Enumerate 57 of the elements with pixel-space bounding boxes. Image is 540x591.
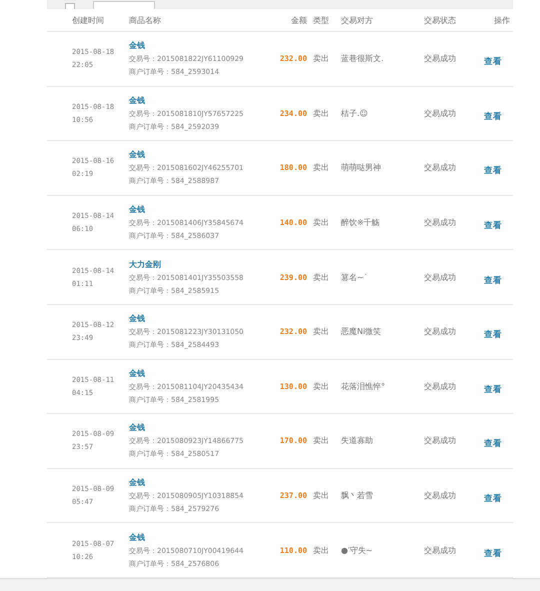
counterparty-text: 篡名~˙	[341, 272, 369, 283]
view-link[interactable]: 查看	[484, 110, 502, 123]
column-header: 金额	[290, 14, 307, 26]
product-name: 金钱	[129, 532, 146, 543]
type-text: 卖出	[312, 217, 330, 228]
type-text: 卖出	[312, 272, 330, 283]
product-name: 金钱	[129, 368, 146, 379]
column-header: 类型	[312, 14, 330, 26]
column-header: 操作	[493, 14, 511, 26]
counterparty-text: 飘丶若雪	[341, 490, 374, 502]
status-text: 交易成功	[424, 380, 457, 392]
type-text: 卖出	[312, 544, 330, 556]
type-text: 卖出	[312, 108, 330, 119]
view-link[interactable]: 查看	[484, 56, 502, 68]
type-text: 卖出	[312, 162, 330, 174]
product-name: 金钱	[129, 477, 146, 488]
view-link[interactable]: 查看	[484, 165, 502, 178]
counterparty-text: 桔子.☺	[341, 108, 369, 119]
product-name: 金钱	[129, 94, 146, 106]
type-text: 卖出	[312, 435, 330, 446]
view-link[interactable]: 查看	[484, 493, 502, 506]
counterparty-text: ●′守失~	[341, 544, 374, 556]
counterparty-text: 花落泪憔悴°	[341, 380, 386, 392]
counterparty-text: 失道寡助	[341, 435, 374, 446]
view-link[interactable]: 查看	[484, 384, 502, 396]
counterparty-text: 蓝巷很斯文.	[341, 53, 385, 64]
type-text: 卖出	[312, 326, 330, 338]
status-text: 交易成功	[424, 108, 457, 119]
status-text: 交易成功	[424, 53, 457, 64]
type-text: 卖出	[312, 490, 330, 502]
counterparty-text: 恶魔Ni微笑	[341, 326, 382, 338]
product-name: 金钱	[129, 204, 146, 216]
view-link[interactable]: 查看	[484, 548, 502, 560]
status-text: 交易成功	[424, 272, 457, 283]
view-link[interactable]: 查看	[484, 274, 502, 287]
product-name: 金钱	[129, 313, 146, 324]
status-text: 交易成功	[424, 217, 457, 228]
column-header: 交易对方	[341, 14, 374, 26]
product-name: 金钱	[129, 149, 146, 160]
counterparty-text: 醉饮※千觞	[341, 217, 381, 228]
product-name: 金钱	[129, 422, 146, 434]
product-name: 金钱	[129, 40, 146, 52]
counterparty-text: 萌萌哒男神	[341, 162, 382, 174]
status-text: 交易成功	[424, 326, 457, 338]
type-text: 卖出	[312, 380, 330, 392]
type-text: 卖出	[312, 53, 330, 64]
status-text: 交易成功	[424, 162, 457, 174]
view-link[interactable]: 查看	[484, 329, 502, 342]
view-link[interactable]: 查看	[484, 438, 502, 450]
view-link[interactable]: 查看	[484, 220, 502, 232]
column-header: 创建时间	[72, 14, 105, 26]
product-name: 大力金刚	[129, 258, 162, 270]
status-text: 交易成功	[424, 544, 457, 556]
status-text: 交易成功	[424, 490, 457, 502]
status-text: 交易成功	[424, 435, 457, 446]
column-header: 交易状态	[424, 14, 457, 26]
column-header: 商品名称	[129, 14, 162, 26]
